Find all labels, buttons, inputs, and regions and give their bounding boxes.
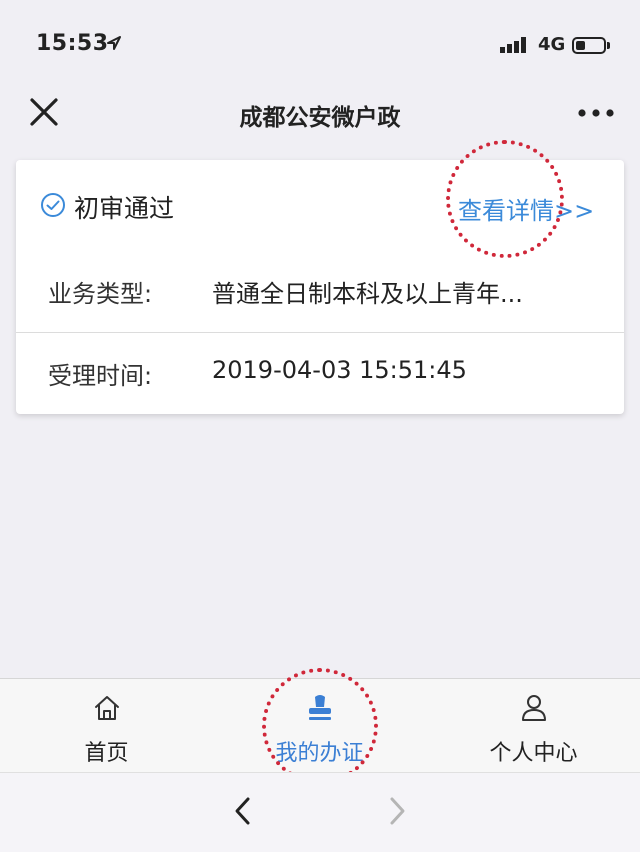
check-circle-icon: [41, 193, 65, 217]
business-type-label: 业务类型:: [48, 280, 153, 308]
battery-icon: [572, 37, 606, 54]
accept-time-value: 2019-04-03 15:51:45: [212, 356, 467, 384]
accept-time-row: 受理时间: 2019-04-03 15:51:45: [16, 334, 624, 416]
more-icon[interactable]: [576, 98, 616, 128]
network-type: 4G: [538, 34, 566, 55]
signal-icon: [500, 37, 526, 53]
back-icon[interactable]: [228, 793, 258, 829]
accept-time-label: 受理时间:: [48, 362, 153, 390]
home-icon: [94, 696, 119, 720]
highlight-circle-details: [446, 140, 564, 258]
nav-bar: 成都公安微户政: [0, 90, 640, 140]
forward-icon: [390, 797, 405, 825]
status-bar: 15:53 4G: [0, 0, 640, 90]
tab-home-label: 首页: [84, 741, 129, 766]
tab-home[interactable]: 首页: [0, 679, 213, 773]
location-arrow-icon: [107, 36, 121, 50]
person-icon: [521, 695, 546, 721]
browser-toolbar: [0, 772, 640, 852]
page-title: 成都公安微户政: [239, 105, 401, 131]
highlight-circle-tab: [262, 668, 378, 784]
status-time: 15:53: [36, 31, 109, 56]
tab-personal-center[interactable]: 个人中心: [427, 679, 640, 773]
business-type-value: 普通全日制本科及以上青年...: [212, 280, 523, 308]
review-status: 初审通过: [74, 194, 175, 223]
row-divider: [16, 332, 624, 333]
tab-personal-center-label: 个人中心: [489, 741, 578, 766]
business-type-row: 业务类型: 普通全日制本科及以上青年...: [16, 252, 624, 334]
battery-cap: [607, 42, 610, 49]
